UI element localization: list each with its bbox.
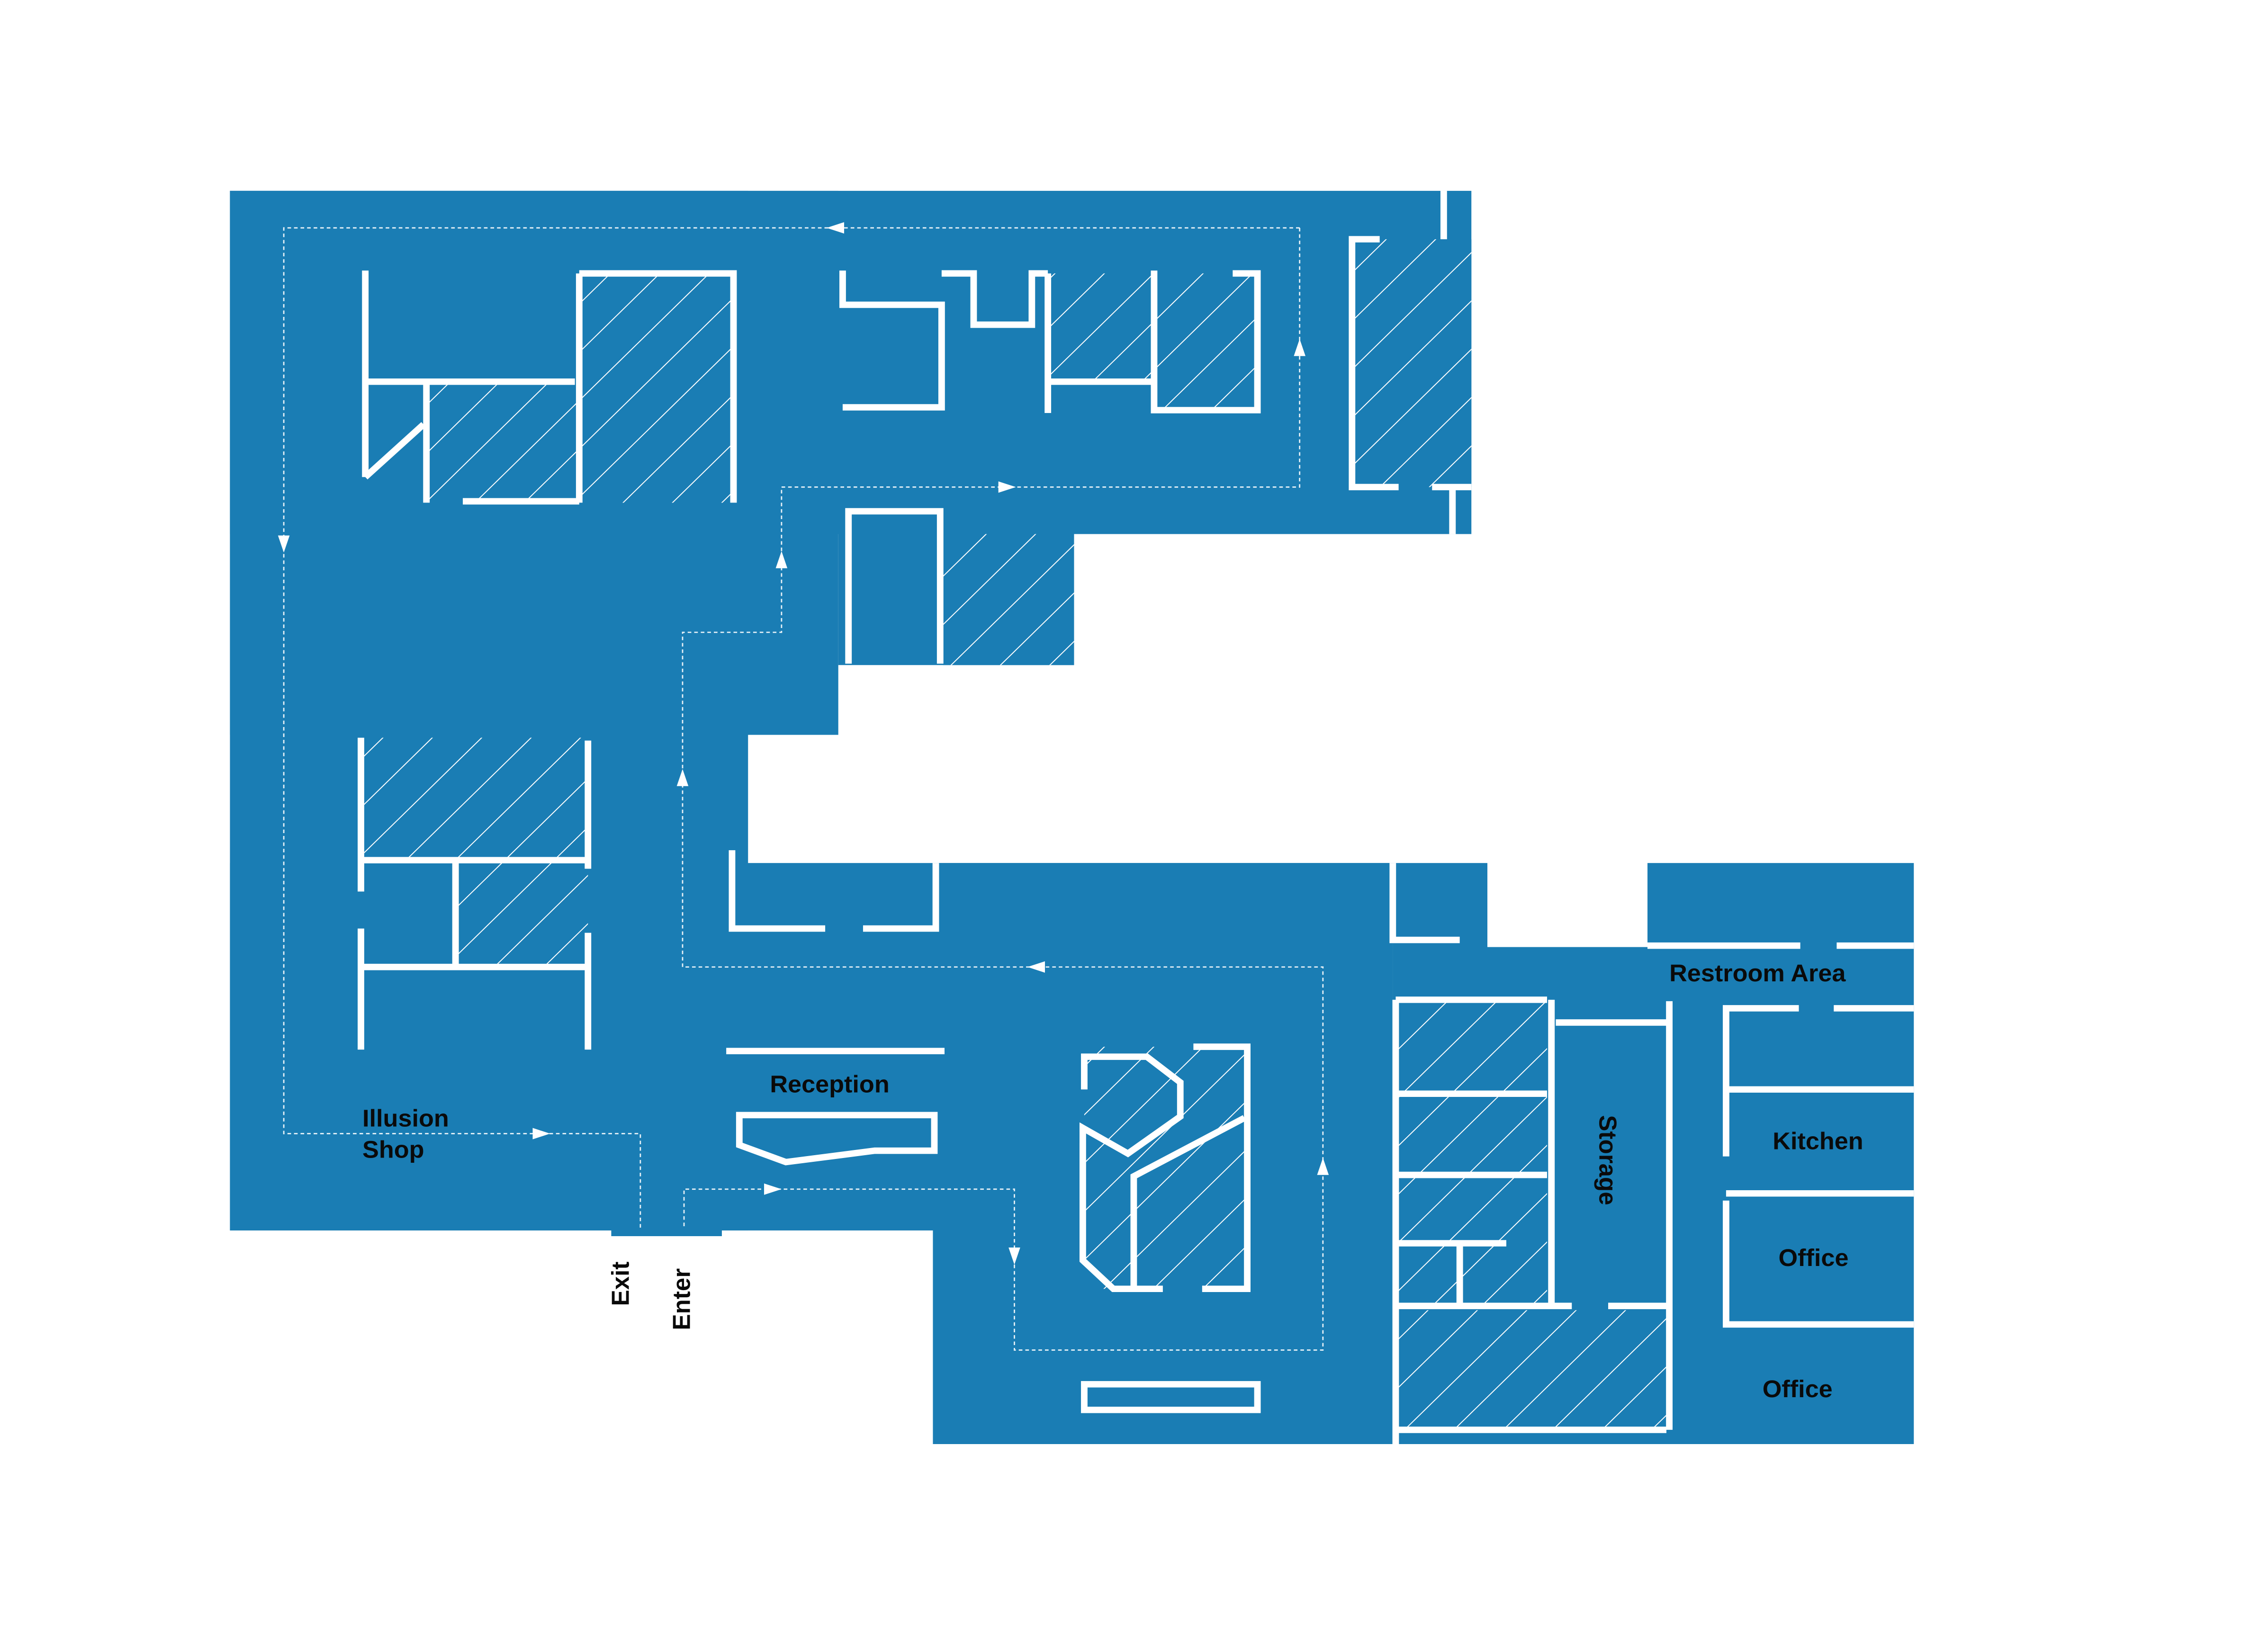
label-exit: Exit <box>606 1262 634 1306</box>
exhibit-room-9 <box>1084 1047 1248 1289</box>
exhibit-room-4 <box>1154 273 1258 410</box>
floor-restroom-top <box>1647 863 1914 949</box>
floor-plan-map: Restroom Area Kitchen Office Office Stor… <box>230 190 1914 1444</box>
exhibit-room-6 <box>943 534 1074 665</box>
exhibit-room-8 <box>457 860 588 967</box>
exhibit-room-10 <box>1395 999 1548 1306</box>
exhibit-room-11 <box>1395 1310 1668 1427</box>
exhibit-room-5 <box>1352 239 1472 487</box>
label-reception: Reception <box>770 1070 889 1097</box>
label-illusion-shop-1: Illusion <box>362 1104 449 1131</box>
label-restroom-area: Restroom Area <box>1669 959 1846 986</box>
exhibit-room-2 <box>426 383 579 503</box>
label-enter: Enter <box>667 1268 695 1330</box>
floor-storage-top <box>1393 863 1488 949</box>
label-office-2: Office <box>1763 1375 1833 1402</box>
label-kitchen: Kitchen <box>1773 1127 1863 1154</box>
label-office-1: Office <box>1779 1244 1849 1271</box>
label-storage: Storage <box>1594 1115 1622 1205</box>
label-illusion-shop-2: Shop <box>362 1136 424 1163</box>
exhibit-room-7 <box>364 737 588 858</box>
exhibit-room-3 <box>1048 273 1152 382</box>
exhibit-room-1 <box>582 273 734 503</box>
floor-entrance <box>611 1196 722 1236</box>
